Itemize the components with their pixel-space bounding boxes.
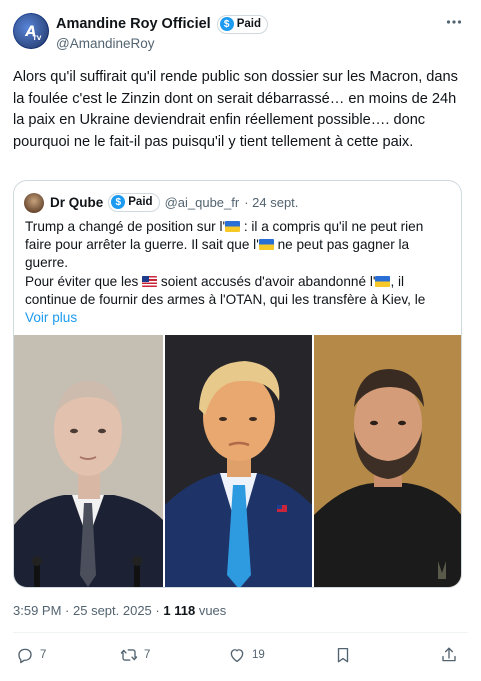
quoted-text-segment: Trump a changé de position sur l': [25, 219, 226, 234]
repost-icon: [120, 649, 138, 661]
paid-badge[interactable]: $ Paid: [216, 14, 268, 34]
dollar-coin-icon: $: [111, 195, 126, 209]
reply-icon: [18, 648, 32, 664]
svg-text:TV: TV: [33, 35, 42, 42]
quoted-paid-badge-label: Paid: [128, 196, 153, 208]
author-display-name[interactable]: Amandine Roy Officiel: [56, 16, 211, 32]
like-count: 19: [252, 649, 265, 661]
read-more-link[interactable]: Voir plus: [25, 310, 77, 325]
quoted-author-avatar[interactable]: [24, 193, 44, 213]
quoted-text: Trump a changé de position sur l' : il a…: [25, 218, 453, 327]
media-photo-2[interactable]: [165, 335, 312, 587]
views-count: 1 118: [163, 603, 196, 618]
quoted-name-row: Dr Qube $ Paid @ai_qube_fr · 24 sept.: [50, 192, 298, 212]
share-icon: [442, 647, 456, 662]
author-avatar[interactable]: A TV: [13, 13, 49, 49]
ukraine-flag-icon: [258, 239, 274, 251]
like-button[interactable]: 19: [228, 645, 265, 665]
quoted-tweet[interactable]: Dr Qube $ Paid @ai_qube_fr · 24 sept. Tr…: [13, 180, 462, 588]
media-photo-1[interactable]: [14, 335, 163, 587]
views-label: vues: [198, 603, 227, 618]
quoted-paragraph-2: Pour éviter que les soient accusés d'avo…: [25, 273, 453, 309]
reply-button[interactable]: 7: [16, 645, 46, 665]
more-options-icon[interactable]: [444, 12, 464, 32]
repost-button[interactable]: 7: [120, 645, 150, 665]
usa-flag-icon: [142, 275, 158, 287]
ukraine-flag-icon: [225, 221, 241, 232]
tweet-time[interactable]: 3:59 PM: [13, 603, 61, 618]
ukraine-flag-icon: [375, 275, 391, 287]
quoted-text-segment: soient accusés d'avoir abandonné l': [157, 273, 376, 289]
heart-icon: [230, 649, 244, 663]
bookmark-button[interactable]: [334, 645, 352, 665]
quoted-display-name[interactable]: Dr Qube: [50, 195, 103, 210]
meta-separator: ·: [65, 603, 73, 618]
quoted-handle[interactable]: @ai_qube_fr: [165, 195, 240, 210]
author-name-row: Amandine Roy Officiel $ Paid: [56, 14, 268, 34]
quoted-media[interactable]: [14, 335, 461, 587]
dollar-coin-icon: $: [219, 17, 234, 31]
media-photo-3[interactable]: [314, 335, 461, 587]
quoted-paragraph-1: Trump a changé de position sur l' : il a…: [25, 218, 453, 273]
author-avatar-logo: A TV: [14, 14, 48, 48]
tweet-text: Alors qu'il suffirait qu'il rende public…: [13, 69, 458, 150]
tweet-date[interactable]: 25 sept. 2025: [73, 603, 152, 618]
paid-badge-label: Paid: [236, 18, 261, 30]
quoted-date[interactable]: · 24 sept.: [244, 195, 298, 210]
bookmark-icon: [337, 647, 349, 663]
author-handle[interactable]: @AmandineRoy: [56, 36, 155, 51]
quoted-text-segment: Pour éviter que les: [25, 273, 143, 289]
quoted-paid-badge[interactable]: $ Paid: [108, 192, 160, 212]
tweet-card: A TV Amandine Roy Officiel $ Paid @Amand…: [0, 0, 481, 681]
repost-count: 7: [144, 649, 151, 661]
divider: [13, 632, 468, 633]
tweet-meta: 3:59 PM · 25 sept. 2025 · 1 118 vues: [13, 603, 226, 618]
reply-count: 7: [40, 649, 47, 661]
share-button[interactable]: [440, 645, 458, 665]
